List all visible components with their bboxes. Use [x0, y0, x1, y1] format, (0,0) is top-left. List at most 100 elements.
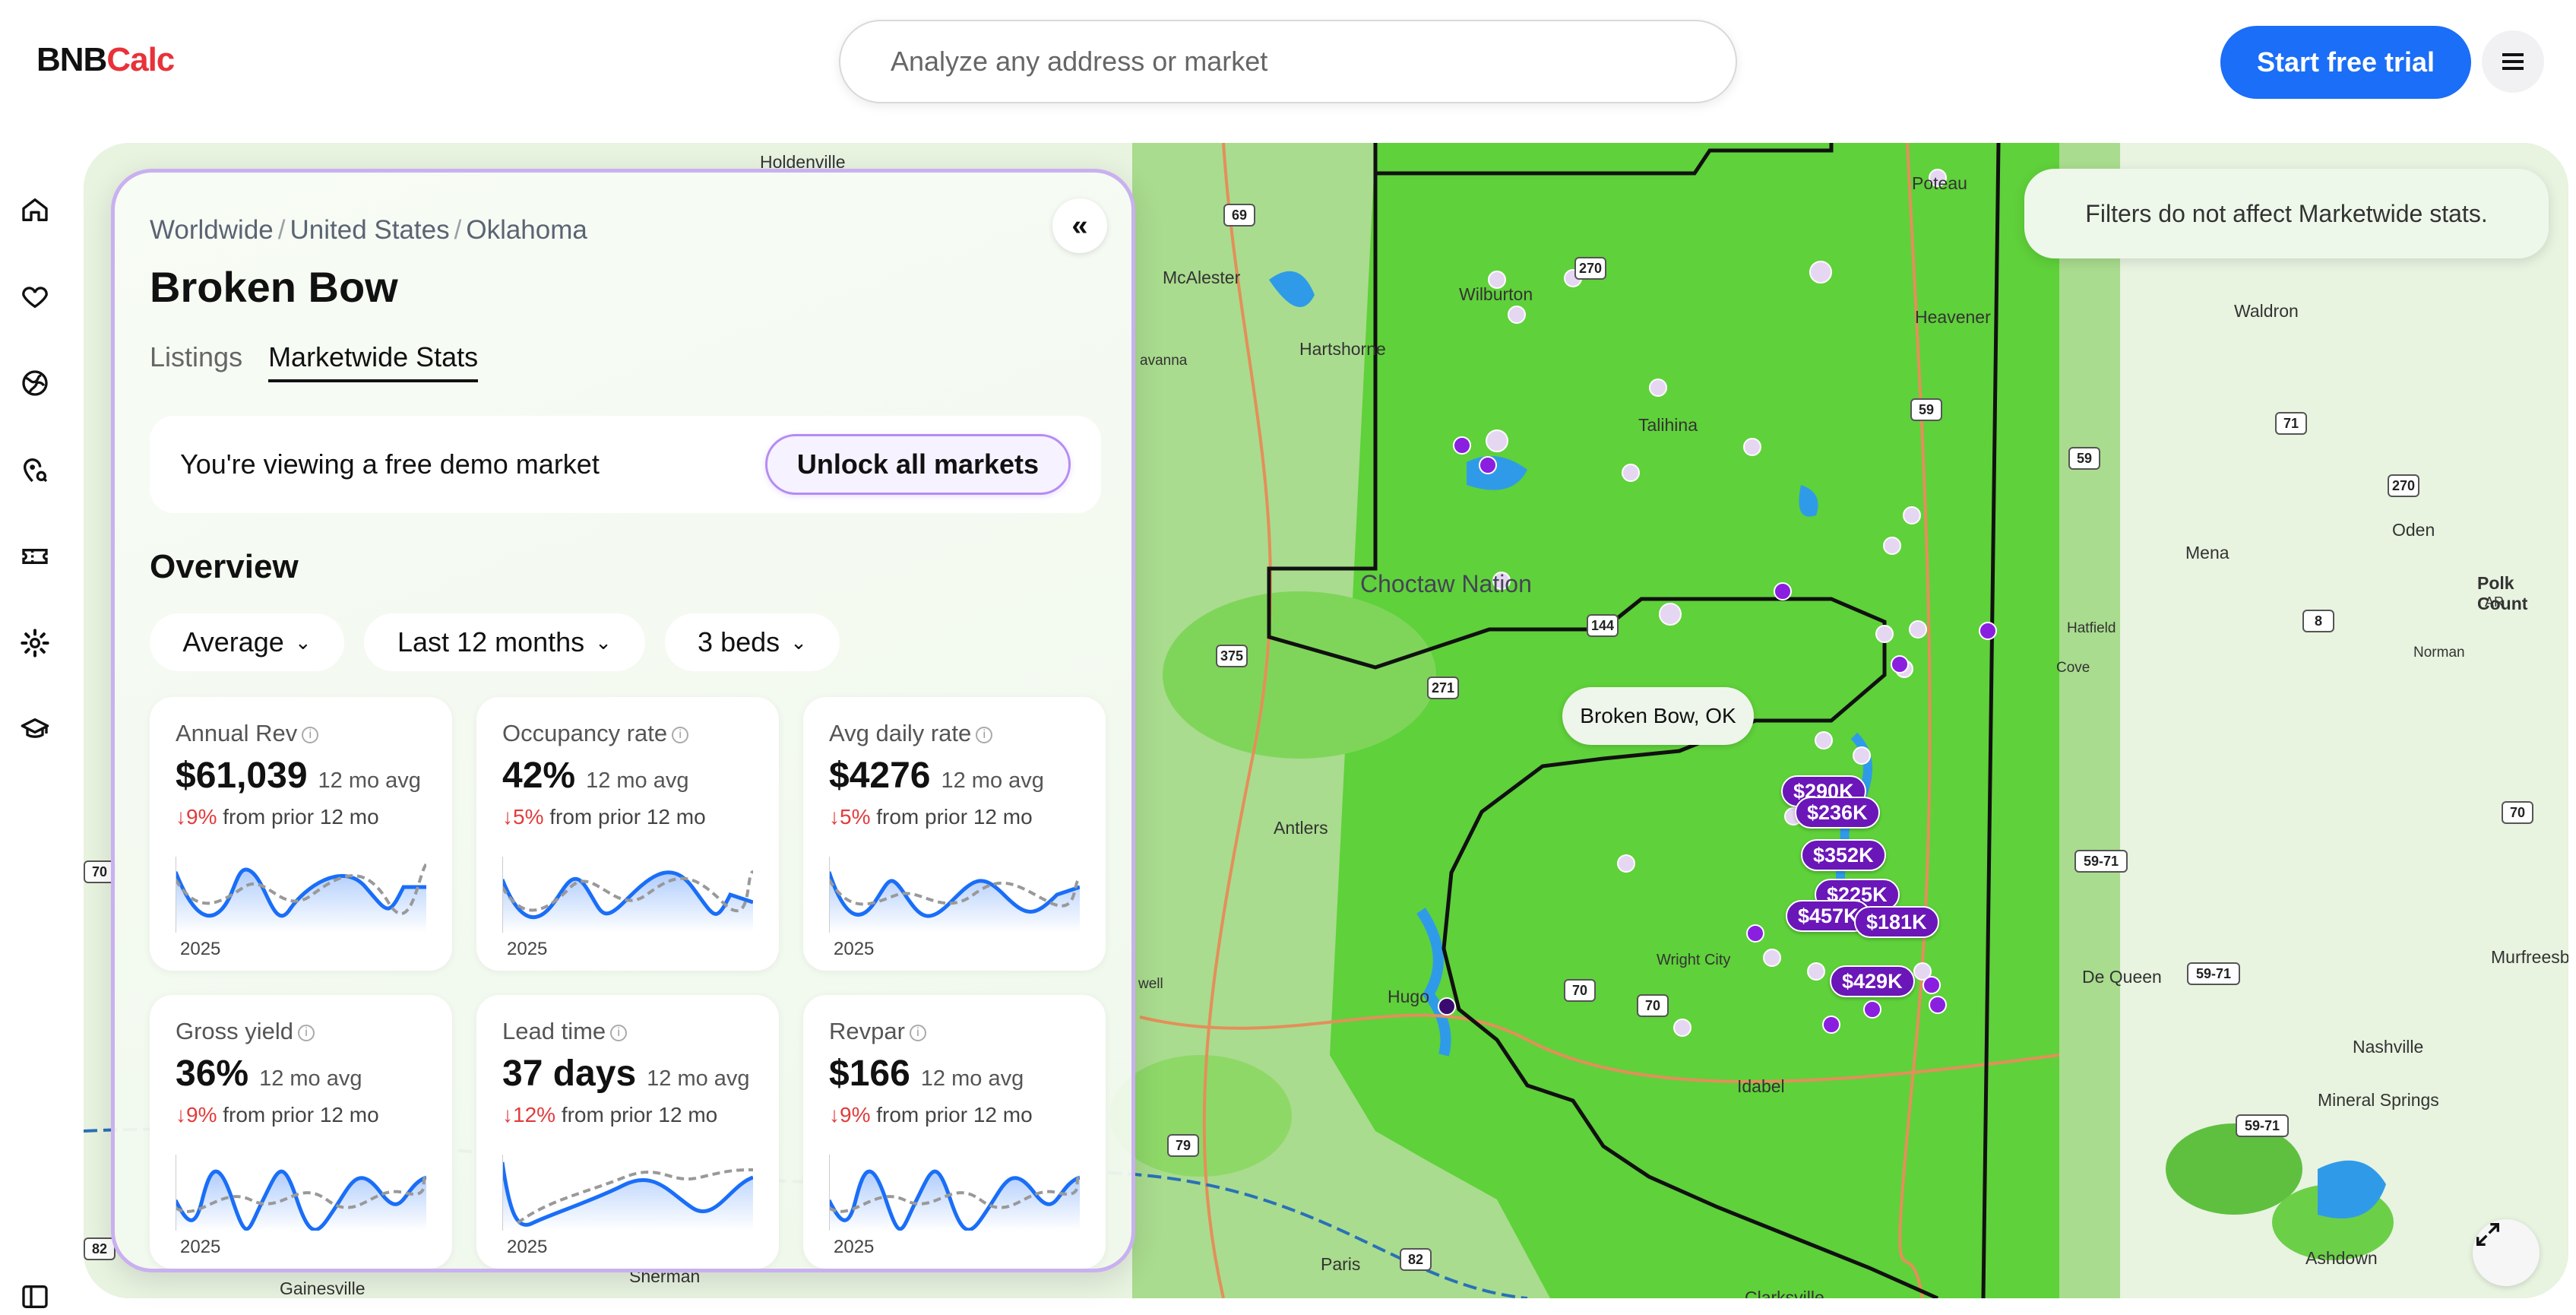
- expand-icon: [2476, 1223, 2499, 1246]
- tab-marketwide-stats[interactable]: Marketwide Stats: [268, 341, 479, 382]
- town-label: avanna: [1140, 353, 1188, 369]
- price-pin[interactable]: $352K: [1801, 839, 1886, 871]
- sparkline: [176, 857, 426, 933]
- breadcrumb-item[interactable]: United States: [290, 215, 449, 245]
- town-label: Hugo: [1388, 987, 1429, 1006]
- breadcrumb-item[interactable]: Oklahoma: [466, 215, 587, 245]
- highway-shield: 69: [1223, 204, 1255, 227]
- home-icon[interactable]: [17, 192, 53, 228]
- info-icon[interactable]: i: [976, 726, 993, 743]
- filter-note-tooltip: Filters do not affect Marketwide stats.: [2024, 169, 2549, 258]
- town-label: Waldron: [2234, 301, 2299, 321]
- market-label-bubble[interactable]: Broken Bow, OK: [1562, 687, 1754, 745]
- beds-dropdown[interactable]: 3 beds ⌄: [665, 613, 840, 671]
- town-label: Mineral Springs: [2318, 1090, 2439, 1110]
- highway-shield: 271: [1427, 677, 1459, 699]
- town-label: Wright City: [1657, 952, 1731, 968]
- highway-shield: 270: [2388, 474, 2419, 497]
- town-label: Talihina: [1638, 415, 1698, 435]
- highway-shield: 59: [2068, 447, 2100, 470]
- price-pin[interactable]: $429K: [1830, 965, 1915, 997]
- globe-icon[interactable]: [17, 365, 53, 401]
- info-icon[interactable]: i: [672, 726, 689, 743]
- town-label: Hatfield: [2067, 620, 2116, 636]
- highway-shield: 270: [1574, 257, 1606, 280]
- highway-shield: 59-71: [2236, 1114, 2289, 1137]
- town-label: De Queen: [2082, 967, 2162, 987]
- breadcrumb-item[interactable]: Worldwide: [150, 215, 274, 245]
- town-label: Idabel: [1737, 1076, 1785, 1096]
- menu-button[interactable]: [2482, 30, 2544, 93]
- top-bar: BNBCalc Start free trial: [0, 0, 2576, 129]
- start-free-trial-button[interactable]: Start free trial: [2220, 26, 2471, 99]
- metric-card-lead-time[interactable]: Lead time i 37 days 12 mo avg ↓12% from pr…: [476, 995, 779, 1269]
- town-label: Paris: [1321, 1254, 1361, 1274]
- location-search-icon[interactable]: [17, 452, 53, 488]
- highway-shield: 144: [1587, 614, 1619, 637]
- demo-banner: You're viewing a free demo market Unlock…: [150, 416, 1101, 513]
- price-pin[interactable]: $181K: [1854, 906, 1939, 938]
- heart-icon[interactable]: [17, 278, 53, 315]
- town-label: Norman: [2413, 645, 2465, 661]
- hamburger-icon: [2502, 60, 2524, 63]
- info-icon[interactable]: i: [302, 726, 319, 743]
- highway-shield: 79: [1167, 1134, 1199, 1157]
- chevron-down-icon: ⌄: [595, 630, 612, 654]
- price-pin[interactable]: $236K: [1795, 797, 1880, 829]
- chevron-down-icon: ⌄: [294, 630, 312, 654]
- aggregation-dropdown[interactable]: Average ⌄: [150, 613, 344, 671]
- town-label: Clarksville: [1745, 1288, 1824, 1298]
- info-icon[interactable]: i: [610, 1024, 628, 1041]
- overview-heading: Overview: [150, 548, 299, 585]
- highway-shield: 59-71: [2074, 850, 2128, 873]
- town-label: Mena: [2185, 543, 2229, 562]
- town-label: Heavener: [1915, 307, 1991, 327]
- highway-shield: 375: [1216, 645, 1248, 667]
- metric-card-gross-yield[interactable]: Gross yield i 36% 12 mo avg ↓9% from prior…: [150, 995, 452, 1269]
- town-label: McAlester: [1163, 268, 1241, 287]
- graduation-cap-icon[interactable]: [17, 711, 53, 748]
- town-label: AR: [2485, 594, 2505, 610]
- chevrons-left-icon: «: [1071, 209, 1088, 242]
- town-label: Poteau: [1912, 173, 1967, 193]
- highway-shield: 8: [2302, 610, 2334, 632]
- metric-card-revpar[interactable]: Revpar i $166 12 mo avg ↓9% from prior 12 …: [803, 995, 1106, 1269]
- metric-card-avg-daily-rate[interactable]: Avg daily rate i $4276 12 mo avg ↓5% from …: [803, 697, 1106, 971]
- town-label: well: [1138, 976, 1163, 992]
- highway-shield: 71: [2275, 412, 2307, 435]
- ticket-icon[interactable]: [17, 538, 53, 575]
- page-title: Broken Bow: [150, 263, 398, 311]
- collapse-panel-button[interactable]: «: [1052, 198, 1107, 253]
- town-label: Cove: [2056, 660, 2090, 676]
- search-input[interactable]: [891, 46, 1736, 78]
- period-dropdown[interactable]: Last 12 months ⌄: [364, 613, 645, 671]
- logo[interactable]: BNBCalc: [36, 41, 175, 79]
- sparkline: [829, 857, 1080, 933]
- metric-card-annual-rev[interactable]: Annual Rev i $61,039 12 mo avg ↓9% from pr…: [150, 697, 452, 971]
- highway-shield: 70: [1637, 994, 1669, 1017]
- breadcrumb: Worldwide / United States / Oklahoma: [150, 215, 587, 245]
- chevron-down-icon: ⌄: [790, 630, 807, 654]
- highway-shield: 59-71: [2187, 962, 2240, 985]
- sidebar-toggle-icon[interactable]: [17, 1279, 53, 1315]
- search-bar[interactable]: [839, 20, 1737, 103]
- unlock-markets-button[interactable]: Unlock all markets: [765, 434, 1071, 495]
- market-panel: Worldwide / United States / Oklahoma « Broke…: [111, 169, 1135, 1272]
- gear-icon[interactable]: [17, 625, 53, 661]
- sparkline: [829, 1155, 1080, 1231]
- info-icon[interactable]: i: [909, 1024, 926, 1041]
- highway-shield: 59: [1910, 398, 1942, 421]
- expand-map-button[interactable]: [2473, 1219, 2540, 1286]
- sparkline: [176, 1155, 426, 1231]
- town-label: Murfreesbo: [2491, 947, 2568, 967]
- metric-card-occupancy-rate[interactable]: Occupancy rate i 42% 12 mo avg ↓5% from pr…: [476, 697, 779, 971]
- highway-shield: 70: [1564, 979, 1596, 1002]
- demo-text: You're viewing a free demo market: [180, 448, 600, 480]
- highway-shield: 82: [1400, 1248, 1432, 1271]
- tab-listings[interactable]: Listings: [150, 341, 242, 382]
- sparkline: [502, 857, 753, 933]
- town-label: Hartshorne: [1299, 339, 1386, 359]
- highway-shield: 70: [2502, 801, 2533, 824]
- info-icon[interactable]: i: [298, 1024, 315, 1041]
- town-label: Wilburton: [1459, 284, 1533, 304]
